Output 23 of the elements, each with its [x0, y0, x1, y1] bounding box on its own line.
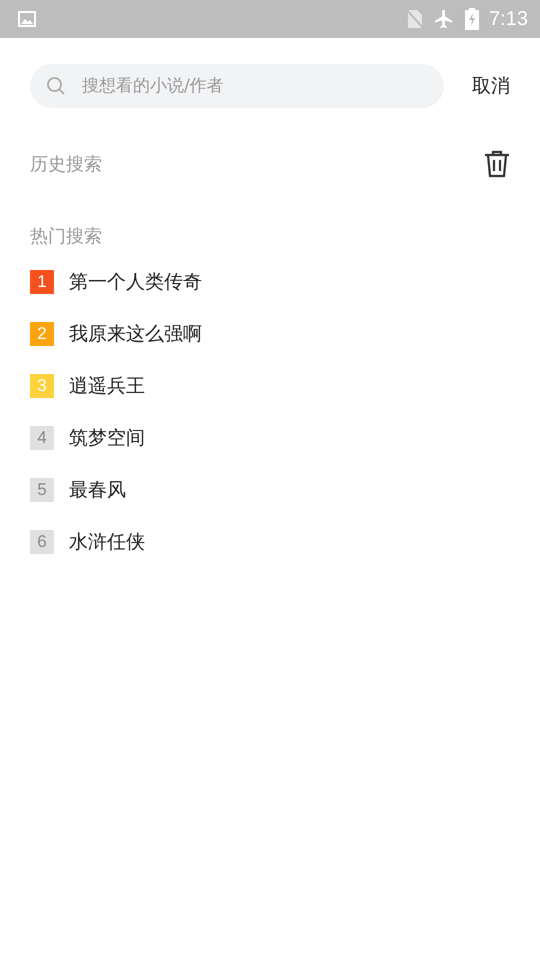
- hot-search-item[interactable]: 1 第一个人类传奇: [30, 268, 510, 296]
- cancel-button[interactable]: 取消: [472, 73, 510, 99]
- section-title: 历史搜索: [30, 153, 102, 176]
- search-icon: [46, 76, 66, 96]
- trash-icon[interactable]: [484, 150, 510, 178]
- hot-search-item[interactable]: 2 我原来这么强啊: [30, 320, 510, 348]
- rank-badge: 1: [30, 270, 54, 294]
- rank-badge: 5: [30, 478, 54, 502]
- hot-search-item[interactable]: 5 最春风: [30, 476, 510, 504]
- rank-badge: 4: [30, 426, 54, 450]
- rank-badge: 3: [30, 374, 54, 398]
- search-field[interactable]: 搜想看的小说/作者: [30, 64, 444, 108]
- no-sim-icon: [407, 9, 424, 29]
- hot-search-item[interactable]: 6 水浒任侠: [30, 528, 510, 556]
- section-title: 热门搜索: [30, 225, 102, 248]
- hot-search-item[interactable]: 3 逍遥兵王: [30, 372, 510, 400]
- airplane-icon: [433, 8, 456, 30]
- status-time: 7:13: [489, 8, 528, 30]
- battery-charging-icon: [465, 8, 480, 30]
- image-icon: [18, 11, 36, 27]
- rank-badge: 2: [30, 322, 54, 346]
- hot-search-item[interactable]: 4 筑梦空间: [30, 424, 510, 452]
- rank-badge: 6: [30, 530, 54, 554]
